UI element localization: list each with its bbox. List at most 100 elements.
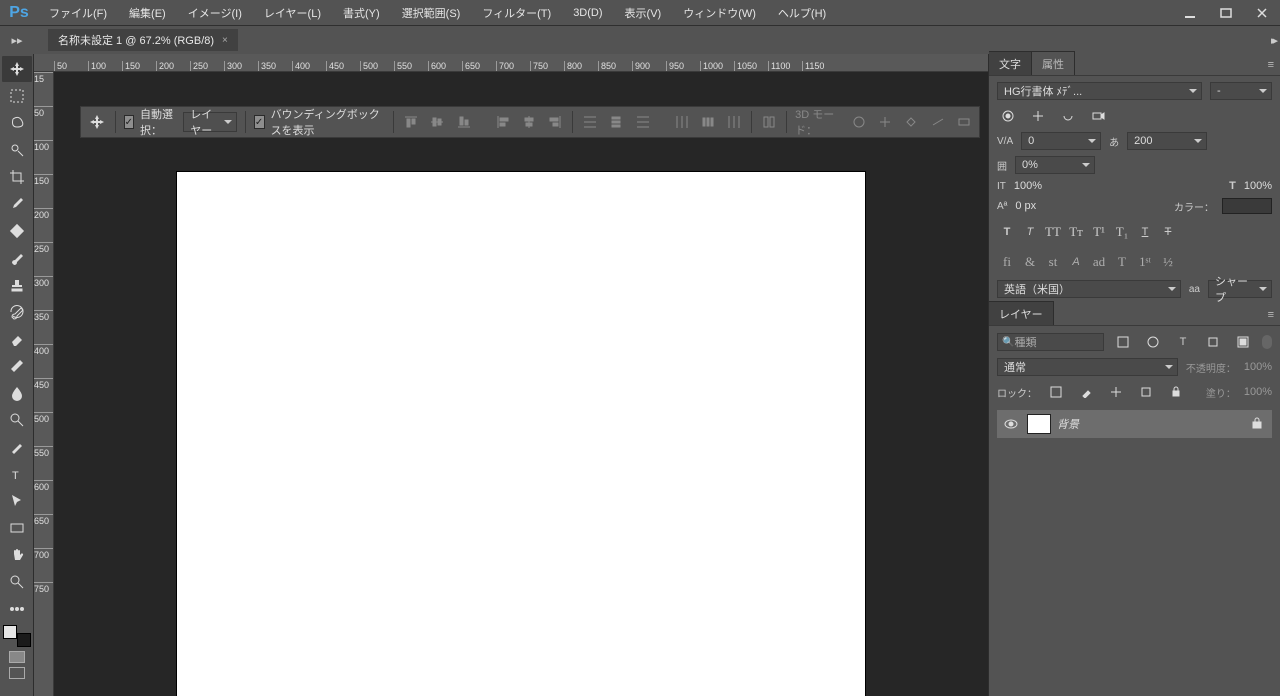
fg-color[interactable] [3, 625, 17, 639]
camera-icon[interactable] [1087, 106, 1109, 126]
menu-window[interactable]: ウィンドウ(W) [672, 0, 767, 25]
document-tab-close[interactable]: × [222, 35, 228, 46]
spot-heal-tool[interactable] [2, 218, 32, 244]
distribute-right[interactable] [725, 111, 743, 133]
layer-thumbnail[interactable] [1027, 414, 1051, 434]
align-vcenter[interactable] [428, 111, 446, 133]
stamp-tool[interactable] [2, 272, 32, 298]
language-dropdown[interactable]: 英語（米国） [997, 280, 1181, 298]
properties-tab[interactable]: 属性 [1032, 51, 1075, 75]
lock-pos-icon[interactable] [1105, 382, 1127, 402]
distribute-top[interactable] [581, 111, 599, 133]
lock-trans-icon[interactable] [1045, 382, 1067, 402]
ruler-horizontal[interactable]: 50 100 150 200 250 300 350 400 450 500 5… [34, 54, 988, 72]
window-maximize[interactable] [1208, 0, 1244, 25]
window-minimize[interactable] [1172, 0, 1208, 25]
hand-tool[interactable] [2, 542, 32, 568]
distribute-vcenter[interactable] [607, 111, 625, 133]
layer-background[interactable]: 背景 [997, 410, 1272, 438]
path-select-tool[interactable] [2, 488, 32, 514]
lock-all-icon[interactable] [1165, 382, 1187, 402]
orbit-icon[interactable] [997, 106, 1019, 126]
filter-toggle[interactable] [1262, 335, 1272, 349]
3d-roll-icon[interactable] [876, 111, 894, 133]
filter-smart-icon[interactable] [1232, 332, 1254, 352]
screenmode-toggle[interactable] [9, 667, 25, 679]
smallcaps-button[interactable]: Tᴛ [1066, 222, 1086, 242]
menu-type[interactable]: 書式(Y) [332, 0, 391, 25]
font-family-dropdown[interactable]: HG行書体 ﾒﾃﾞ... [997, 82, 1202, 100]
3d-pan-icon[interactable] [902, 111, 920, 133]
panels-expand[interactable]: ▸▸ [1271, 34, 1274, 47]
3d-orbit-icon[interactable] [850, 111, 868, 133]
show-transform-checkbox[interactable] [254, 115, 265, 129]
hscale-value[interactable]: 100% [1244, 180, 1272, 192]
character-tab[interactable]: 文字 [989, 51, 1032, 75]
distribute-left[interactable] [672, 111, 690, 133]
menu-layer[interactable]: レイヤー(L) [253, 0, 332, 25]
3d-scale-icon[interactable] [955, 111, 973, 133]
history-brush-tool[interactable] [2, 299, 32, 325]
layers-tab[interactable]: レイヤー [989, 301, 1054, 325]
eraser-tool[interactable] [2, 326, 32, 352]
window-close[interactable] [1244, 0, 1280, 25]
collapse-handle[interactable]: ▸▸ [0, 27, 34, 53]
ruler-vertical[interactable]: 15 50 100 150 200 250 300 350 400 450 50… [34, 72, 54, 696]
menu-3d[interactable]: 3D(D) [562, 0, 613, 25]
bg-color[interactable] [17, 633, 31, 647]
align-bottom-edges[interactable] [455, 111, 473, 133]
lasso-tool[interactable] [2, 110, 32, 136]
filter-image-icon[interactable] [1112, 332, 1134, 352]
menu-image[interactable]: イメージ(I) [177, 0, 253, 25]
pen-tool[interactable] [2, 434, 32, 460]
subscript-button[interactable]: T₁ [1112, 222, 1132, 242]
align-hcenter[interactable] [520, 111, 538, 133]
bold-button[interactable]: T [997, 222, 1017, 242]
filter-adjust-icon[interactable] [1142, 332, 1164, 352]
canvas-area[interactable]: 自動選択： レイヤー バウンディングボックスを表示 [54, 72, 988, 696]
marquee-tool[interactable] [2, 83, 32, 109]
auto-select-checkbox[interactable] [124, 115, 134, 129]
ligature-button[interactable]: fi [997, 252, 1017, 272]
font-style-dropdown[interactable]: - [1210, 82, 1272, 100]
gradient-tool[interactable] [2, 353, 32, 379]
lock-artboard-icon[interactable] [1135, 382, 1157, 402]
menu-view[interactable]: 表示(V) [614, 0, 673, 25]
italic-button[interactable]: T [1020, 222, 1040, 242]
color-swatches[interactable] [3, 625, 31, 647]
brush-tool[interactable] [2, 245, 32, 271]
layer-name[interactable]: 背景 [1057, 416, 1079, 432]
antialias-dropdown[interactable]: シャープ [1208, 280, 1272, 298]
stylistic-button[interactable]: st [1043, 252, 1063, 272]
ordinals-button[interactable]: T [1112, 252, 1132, 272]
align-top-edges[interactable] [402, 111, 420, 133]
auto-select-dropdown[interactable]: レイヤー [183, 112, 237, 132]
superscript-button[interactable]: T¹ [1089, 222, 1109, 242]
filter-shape-icon[interactable] [1202, 332, 1224, 352]
tsume-field[interactable]: 0% [1015, 156, 1095, 174]
document-tab[interactable]: 名称未設定 1 @ 67.2% (RGB/8) × [48, 29, 238, 51]
half-button[interactable]: ½ [1158, 252, 1178, 272]
underline-button[interactable]: T [1135, 222, 1155, 242]
distribute-bottom[interactable] [634, 111, 652, 133]
tracking-field[interactable]: 0 [1021, 132, 1101, 150]
menu-help[interactable]: ヘルプ(H) [767, 0, 837, 25]
move-tool[interactable] [2, 56, 32, 82]
vscale-value[interactable]: 100% [1014, 180, 1042, 192]
auto-align[interactable] [760, 111, 778, 133]
blur-tool[interactable] [2, 380, 32, 406]
distribute-hcenter[interactable] [699, 111, 717, 133]
canvas[interactable] [177, 172, 865, 696]
swash-button[interactable]: A [1066, 252, 1086, 272]
menu-file[interactable]: ファイル(F) [38, 0, 118, 25]
menu-filter[interactable]: フィルター(T) [471, 0, 562, 25]
opacity-value[interactable]: 100% [1244, 361, 1272, 373]
contextual-button[interactable]: & [1020, 252, 1040, 272]
rotate-icon[interactable] [1057, 106, 1079, 126]
align-left-edges[interactable] [493, 111, 511, 133]
3d-slide-icon[interactable] [928, 111, 946, 133]
visibility-icon[interactable] [1001, 419, 1021, 429]
type-tool[interactable]: T [2, 461, 32, 487]
dodge-tool[interactable] [2, 407, 32, 433]
text-color-swatch[interactable] [1222, 198, 1272, 214]
